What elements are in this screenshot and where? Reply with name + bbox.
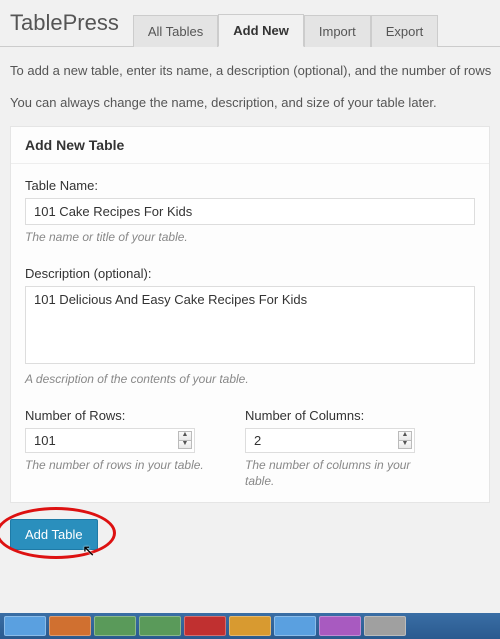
add-table-button[interactable]: Add Table xyxy=(10,519,98,550)
tab-bar: All Tables Add New Import Export xyxy=(133,0,438,46)
cols-stepper-up[interactable]: ▲ xyxy=(398,431,412,440)
intro-text-2: You can always change the name, descript… xyxy=(0,87,500,127)
taskbar-item[interactable] xyxy=(94,616,136,636)
description-label: Description (optional): xyxy=(25,266,475,281)
os-taskbar xyxy=(0,613,500,639)
description-input[interactable] xyxy=(25,286,475,364)
table-name-hint: The name or title of your table. xyxy=(25,229,475,246)
taskbar-item[interactable] xyxy=(4,616,46,636)
app-logo: TablePress xyxy=(0,0,133,46)
description-hint: A description of the contents of your ta… xyxy=(25,371,475,388)
intro-text-1: To add a new table, enter its name, a de… xyxy=(0,47,500,87)
taskbar-item[interactable] xyxy=(364,616,406,636)
cols-input[interactable] xyxy=(245,428,415,453)
taskbar-item[interactable] xyxy=(229,616,271,636)
table-name-input[interactable] xyxy=(25,198,475,225)
taskbar-item[interactable] xyxy=(49,616,91,636)
taskbar-item[interactable] xyxy=(274,616,316,636)
panel-title: Add New Table xyxy=(11,127,489,164)
taskbar-item[interactable] xyxy=(139,616,181,636)
rows-hint: The number of rows in your table. xyxy=(25,457,215,474)
rows-stepper-up[interactable]: ▲ xyxy=(178,431,192,440)
taskbar-item[interactable] xyxy=(319,616,361,636)
cols-stepper-down[interactable]: ▼ xyxy=(398,440,412,449)
tab-import[interactable]: Import xyxy=(304,15,371,47)
add-table-panel: Add New Table Table Name: The name or ti… xyxy=(10,126,490,503)
tab-export[interactable]: Export xyxy=(371,15,439,47)
taskbar-item[interactable] xyxy=(184,616,226,636)
rows-input[interactable] xyxy=(25,428,195,453)
tab-add-new[interactable]: Add New xyxy=(218,14,304,47)
cols-label: Number of Columns: xyxy=(245,408,435,423)
rows-stepper-down[interactable]: ▼ xyxy=(178,440,192,449)
rows-label: Number of Rows: xyxy=(25,408,215,423)
table-name-label: Table Name: xyxy=(25,178,475,193)
cols-hint: The number of columns in your table. xyxy=(245,457,435,491)
tab-all-tables[interactable]: All Tables xyxy=(133,15,218,47)
